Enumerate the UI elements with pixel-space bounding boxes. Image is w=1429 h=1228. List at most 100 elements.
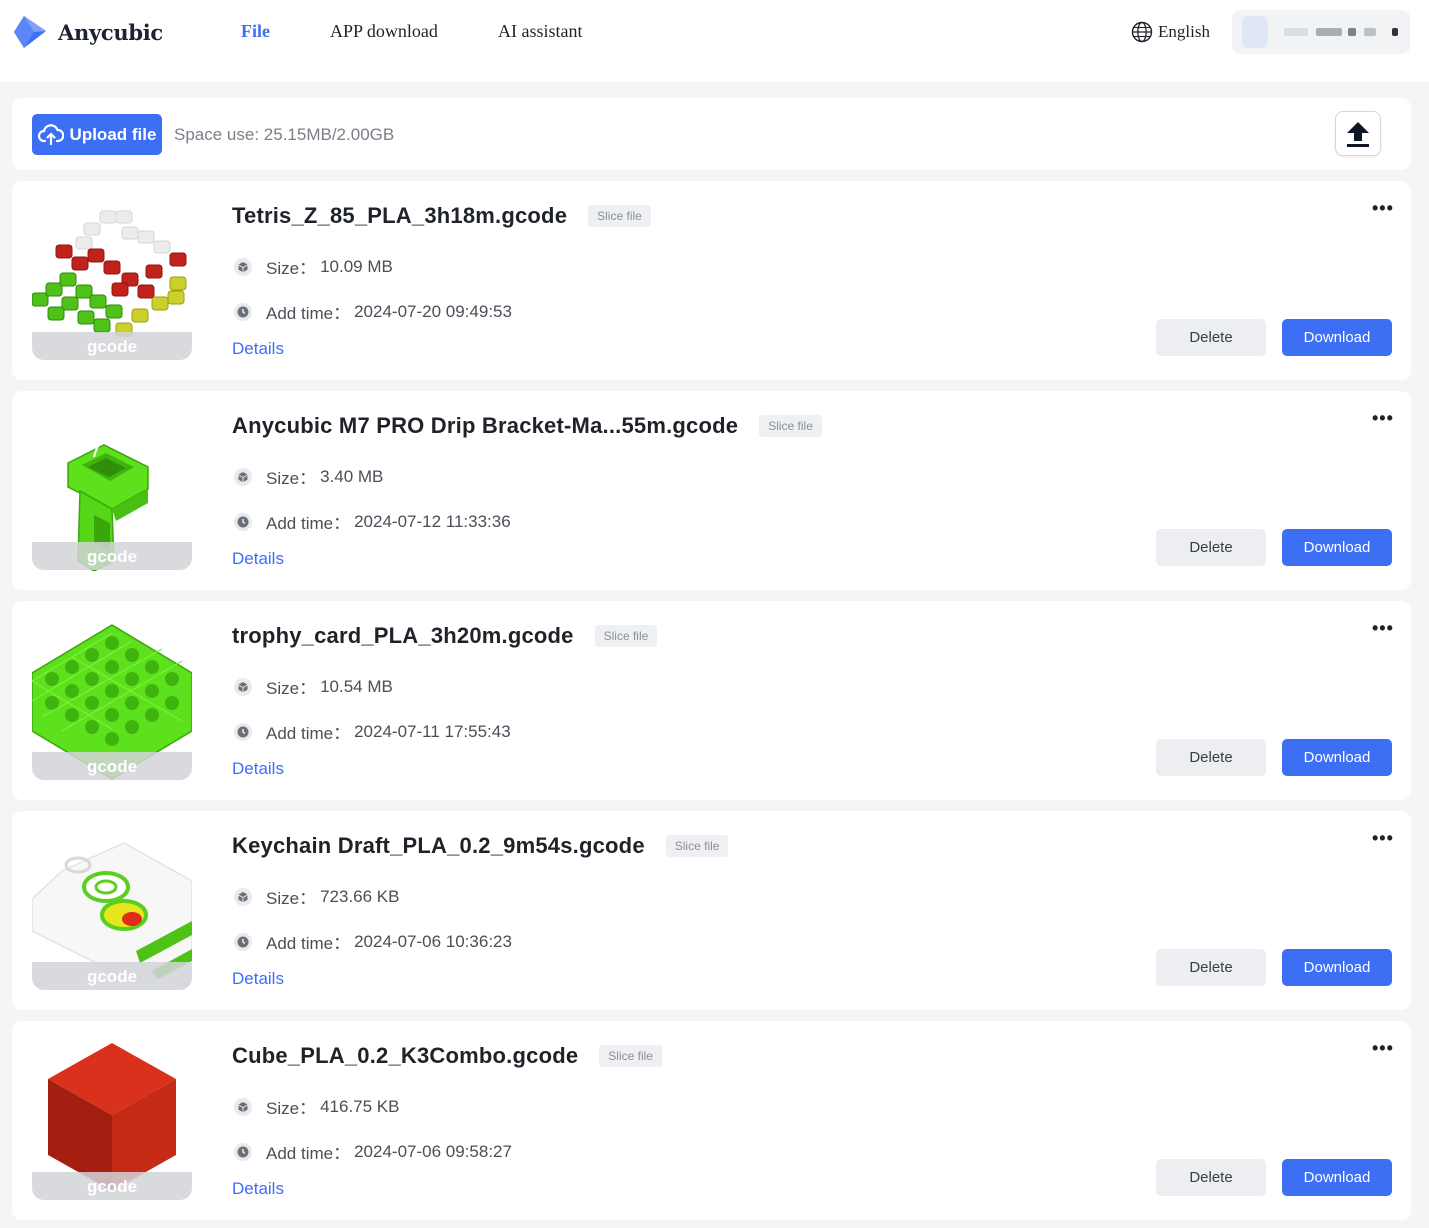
more-options-icon[interactable]: ••• (1372, 619, 1394, 637)
download-button[interactable]: Download (1282, 739, 1392, 776)
file-thumbnail[interactable]: gcode (32, 831, 192, 991)
file-thumbnail[interactable]: gcode (32, 621, 192, 781)
add-time-label: Add time： (266, 724, 351, 743)
size-value: 416.75 KB (320, 1096, 400, 1116)
delete-button[interactable]: Delete (1156, 739, 1266, 776)
thumbnail-type-label: gcode (86, 337, 138, 356)
blurred-username-part (1364, 28, 1376, 36)
file-thumbnail[interactable]: gcode (32, 411, 192, 571)
file-add-time: Add time： 2024-07-12 11:33:36 (234, 509, 511, 534)
details-link[interactable]: Details (232, 969, 284, 989)
upload-toolbar: Upload file Space use: 25.15MB/2.00GB (12, 98, 1411, 170)
file-size: Size： 416.75 KB (234, 1094, 399, 1119)
nav-file[interactable]: File (241, 21, 270, 42)
delete-button[interactable]: Delete (1156, 319, 1266, 356)
file-thumbnail[interactable]: gcode (32, 1041, 192, 1201)
more-options-icon[interactable]: ••• (1372, 1039, 1394, 1057)
language-label: English (1158, 22, 1210, 41)
thumbnail-type-label: gcode (86, 547, 138, 566)
size-value: 3.40 MB (320, 466, 384, 486)
file-size: Size： 10.54 MB (234, 674, 393, 699)
delete-button[interactable]: Delete (1156, 1159, 1266, 1196)
user-account-menu[interactable] (1232, 10, 1410, 54)
file-name[interactable]: Cube_PLA_0.2_K3Combo.gcode (232, 1043, 578, 1069)
clock-icon (234, 932, 252, 951)
file-type-tag: Slice file (588, 205, 651, 227)
add-time-value: 2024-07-06 09:58:27 (354, 1141, 512, 1161)
file-size: Size： 723.66 KB (234, 884, 399, 909)
brand-name: Anycubic (58, 19, 163, 45)
more-options-icon[interactable]: ••• (1372, 199, 1394, 217)
upload-queue-button[interactable] (1335, 111, 1381, 156)
clock-icon (234, 302, 252, 321)
cube-icon (234, 887, 252, 906)
upload-file-button[interactable]: Upload file (32, 114, 162, 155)
blurred-username-part (1348, 28, 1356, 36)
file-name[interactable]: trophy_card_PLA_3h20m.gcode (232, 623, 574, 649)
add-time-label: Add time： (266, 934, 351, 953)
arrow-up-icon (1347, 121, 1369, 147)
globe-icon (1131, 21, 1153, 43)
add-time-label: Add time： (266, 1144, 351, 1163)
anycubic-logo-icon (14, 16, 46, 48)
file-card: gcode Tetris_Z_85_PLA_3h18m.gcode Slice … (12, 181, 1411, 380)
clock-icon (234, 1142, 252, 1161)
upload-file-label: Upload file (69, 124, 157, 144)
cube-icon (234, 257, 252, 276)
more-options-icon[interactable]: ••• (1372, 829, 1394, 847)
details-link[interactable]: Details (232, 339, 284, 359)
add-time-value: 2024-07-20 09:49:53 (354, 301, 512, 321)
file-name[interactable]: Keychain Draft_PLA_0.2_9m54s.gcode (232, 833, 645, 859)
file-card: gcode Keychain Draft_PLA_0.2_9m54s.gcode… (12, 811, 1411, 1010)
details-link[interactable]: Details (232, 1179, 284, 1199)
cube-icon (234, 677, 252, 696)
blurred-username (1284, 28, 1308, 36)
delete-button[interactable]: Delete (1156, 529, 1266, 566)
file-type-tag: Slice file (599, 1045, 662, 1067)
space-usage-label: Space use: (174, 125, 260, 144)
top-nav-bar: Anycubic File APP download AI assistant … (0, 0, 1429, 82)
add-time-value: 2024-07-06 10:36:23 (354, 931, 512, 951)
details-link[interactable]: Details (232, 759, 284, 779)
size-label: Size： (266, 469, 317, 488)
download-button[interactable]: Download (1282, 319, 1392, 356)
language-selector[interactable]: English (1131, 21, 1210, 43)
file-add-time: Add time： 2024-07-20 09:49:53 (234, 299, 512, 324)
blurred-username-part (1316, 28, 1342, 36)
size-label: Size： (266, 679, 317, 698)
nav-ai-assistant[interactable]: AI assistant (498, 21, 583, 42)
size-label: Size： (266, 1099, 317, 1118)
add-time-label: Add time： (266, 304, 351, 323)
thumbnail-type-label: gcode (86, 757, 138, 776)
space-usage: Space use: 25.15MB/2.00GB (174, 125, 394, 145)
file-type-tag: Slice file (665, 835, 729, 857)
file-card: gcode Cube_PLA_0.2_K3Combo.gcode Slice f… (12, 1021, 1411, 1220)
file-add-time: Add time： 2024-07-06 09:58:27 (234, 1139, 512, 1164)
logo[interactable]: Anycubic (12, 14, 163, 50)
file-type-tag: Slice file (759, 415, 822, 437)
cloud-upload-icon (37, 123, 64, 145)
details-link[interactable]: Details (232, 549, 284, 569)
nav-app-download[interactable]: APP download (330, 21, 438, 42)
size-value: 10.09 MB (320, 256, 393, 276)
avatar (1242, 16, 1268, 48)
file-card: gcode trophy_card_PLA_3h20m.gcode Slice … (12, 601, 1411, 800)
file-type-tag: Slice file (594, 625, 658, 647)
file-card: gcode Anycubic M7 PRO Drip Bracket-Ma...… (12, 391, 1411, 590)
download-button[interactable]: Download (1282, 529, 1392, 566)
add-time-value: 2024-07-12 11:33:36 (354, 511, 511, 531)
clock-icon (234, 722, 252, 741)
delete-button[interactable]: Delete (1156, 949, 1266, 986)
more-options-icon[interactable]: ••• (1372, 409, 1394, 427)
size-value: 723.66 KB (320, 886, 400, 906)
space-usage-value: 25.15MB/2.00GB (263, 125, 395, 144)
file-name[interactable]: Tetris_Z_85_PLA_3h18m.gcode (232, 203, 567, 229)
cube-icon (234, 467, 252, 486)
download-button[interactable]: Download (1282, 1159, 1392, 1196)
add-time-value: 2024-07-11 17:55:43 (354, 721, 511, 741)
download-button[interactable]: Download (1282, 949, 1392, 986)
file-name[interactable]: Anycubic M7 PRO Drip Bracket-Ma...55m.gc… (232, 413, 738, 439)
thumbnail-type-label: gcode (86, 1177, 138, 1196)
file-thumbnail[interactable]: gcode (32, 201, 192, 361)
size-value: 10.54 MB (320, 676, 393, 696)
